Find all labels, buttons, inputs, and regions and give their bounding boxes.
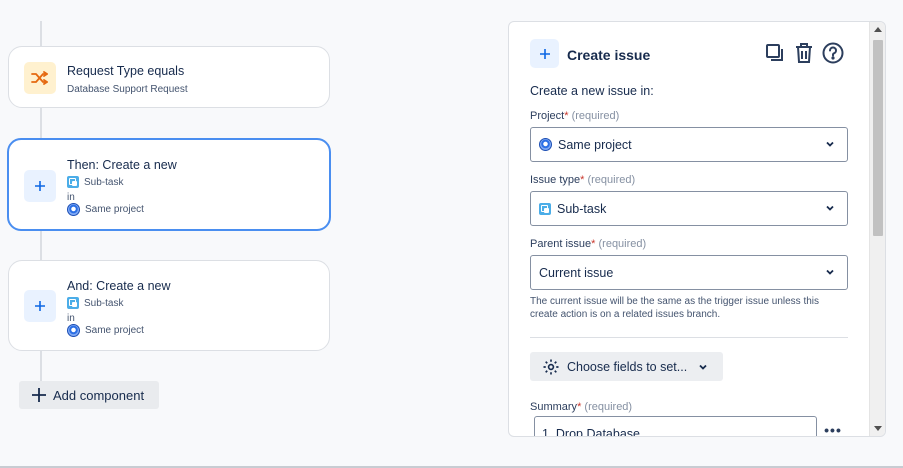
flow-connector	[40, 21, 42, 46]
project-value: Same project	[558, 137, 632, 152]
action-title: And: Create a new	[67, 279, 171, 293]
action-issue-type: Sub-task	[67, 297, 123, 309]
issue-type-text: Sub-task	[84, 176, 124, 188]
chevron-down-icon	[826, 269, 834, 275]
subtask-icon	[67, 297, 79, 309]
plus-icon	[24, 170, 56, 202]
gear-icon	[543, 359, 559, 374]
project-icon	[67, 203, 80, 216]
summary-label: Summary* (required)	[530, 401, 633, 413]
subtask-icon	[539, 202, 551, 215]
plus-icon	[32, 388, 46, 402]
chevron-down-icon	[826, 141, 834, 147]
chevron-down-icon	[826, 205, 834, 211]
plus-icon	[24, 290, 56, 322]
copy-icon[interactable]	[763, 41, 787, 65]
issue-type-select[interactable]: Sub-task	[530, 191, 848, 226]
flow-connector	[40, 231, 42, 260]
project-text: Same project	[85, 325, 144, 336]
help-icon[interactable]	[821, 41, 845, 65]
flow-connector	[40, 351, 42, 381]
project-icon	[539, 138, 552, 151]
scroll-thumb[interactable]	[873, 40, 883, 236]
action-card-create-subtask[interactable]: Then: Create a new Sub-task in Same proj…	[7, 138, 331, 231]
parent-issue-select[interactable]: Current issue	[530, 255, 848, 290]
project-text: Same project	[85, 204, 144, 215]
parent-issue-help-text: The current issue will be the same as th…	[530, 296, 820, 320]
project-icon	[67, 324, 80, 337]
parent-issue-label: Parent issue* (required)	[530, 238, 647, 250]
issue-type-label: Issue type* (required)	[530, 174, 636, 186]
trash-icon[interactable]	[792, 41, 816, 65]
project-label: Project* (required)	[530, 110, 620, 122]
condition-subtitle: Database Support Request	[67, 84, 188, 95]
scroll-up-arrow[interactable]	[874, 27, 882, 32]
create-issue-panel: Create issue Create a new issue in: Proj…	[508, 21, 886, 437]
condition-title: Request Type equals	[67, 64, 185, 78]
add-component-label: Add component	[53, 387, 145, 403]
choose-fields-button[interactable]: Choose fields to set...	[530, 352, 723, 381]
action-project: Same project	[67, 203, 144, 216]
branch-icon	[24, 62, 56, 94]
project-select[interactable]: Same project	[530, 127, 848, 162]
summary-input[interactable]: 1. Drop Database	[534, 416, 817, 436]
divider	[530, 337, 848, 338]
panel-intro: Create a new issue in:	[530, 84, 654, 98]
add-component-button[interactable]: Add component	[19, 381, 159, 409]
chevron-down-icon	[699, 364, 707, 370]
panel-title: Create issue	[567, 47, 651, 63]
action-project: Same project	[67, 324, 144, 337]
plus-icon	[530, 39, 559, 68]
condition-card[interactable]: Request Type equals Database Support Req…	[8, 46, 330, 108]
panel-scrollbar[interactable]	[869, 22, 885, 436]
action-in-label: in	[67, 192, 75, 203]
choose-fields-label: Choose fields to set...	[567, 359, 688, 374]
action-in-label: in	[67, 313, 75, 324]
flow-connector	[40, 108, 42, 138]
subtask-icon	[67, 176, 79, 188]
action-title: Then: Create a new	[67, 158, 177, 172]
issue-type-value: Sub-task	[557, 201, 607, 216]
scroll-down-arrow[interactable]	[874, 426, 882, 431]
action-card-create-subtask-2[interactable]: And: Create a new Sub-task in Same proje…	[8, 260, 330, 351]
action-issue-type: Sub-task	[67, 176, 123, 188]
more-options-button[interactable]: •••	[822, 422, 844, 436]
issue-type-text: Sub-task	[84, 297, 124, 309]
parent-issue-value: Current issue	[539, 265, 614, 280]
